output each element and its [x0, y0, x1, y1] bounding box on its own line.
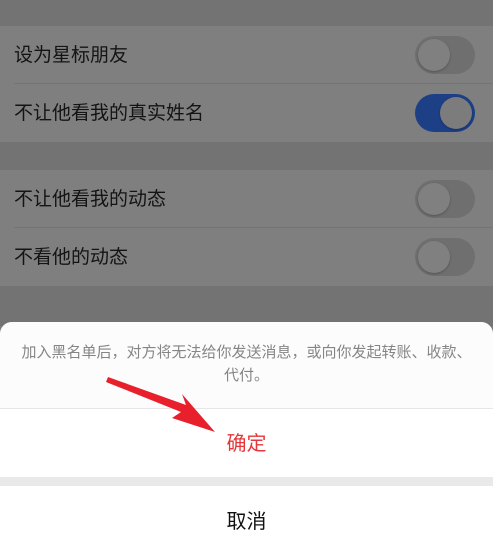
baidu-logo-icon: Bai 经验	[369, 519, 479, 547]
svg-text:Bai: Bai	[369, 522, 408, 547]
blacklist-warning-text: 加入黑名单后，对方将无法给你发送消息，或向你发起转账、收款、代付。	[21, 343, 472, 384]
hide-real-name-toggle[interactable]	[415, 94, 475, 132]
toggle-knob	[418, 39, 450, 71]
hide-my-moments-toggle[interactable]	[415, 180, 475, 218]
toggle-knob	[418, 183, 450, 215]
setting-label: 不让他看我的动态	[14, 188, 167, 210]
section-gap	[0, 286, 493, 326]
setting-label: 不让他看我的真实姓名	[14, 102, 205, 124]
section-gap	[0, 0, 493, 26]
hide-their-moments-toggle[interactable]	[415, 238, 475, 276]
star-friend-toggle[interactable]	[415, 36, 475, 74]
setting-label: 设为星标朋友	[14, 44, 129, 66]
toggle-knob	[418, 241, 450, 273]
svg-text:经验: 经验	[443, 525, 479, 546]
settings-group-star: 设为星标朋友 不让他看我的真实姓名	[0, 26, 493, 142]
settings-group-moments: 不让他看我的动态 不看他的动态	[0, 170, 493, 286]
setting-row-hide-my-moments[interactable]: 不让他看我的动态	[0, 170, 493, 228]
confirm-button[interactable]: 确定	[0, 409, 493, 477]
setting-row-hide-real-name[interactable]: 不让他看我的真实姓名	[0, 84, 493, 142]
setting-row-hide-their-moments[interactable]: 不看他的动态	[0, 228, 493, 286]
setting-label: 不看他的动态	[14, 246, 129, 268]
setting-row-star-friend[interactable]: 设为星标朋友	[0, 26, 493, 84]
toggle-knob	[440, 97, 472, 129]
section-gap	[0, 142, 493, 170]
sheet-message-block: 加入黑名单后，对方将无法给你发送消息，或向你发起转账、收款、代付。	[0, 322, 493, 409]
